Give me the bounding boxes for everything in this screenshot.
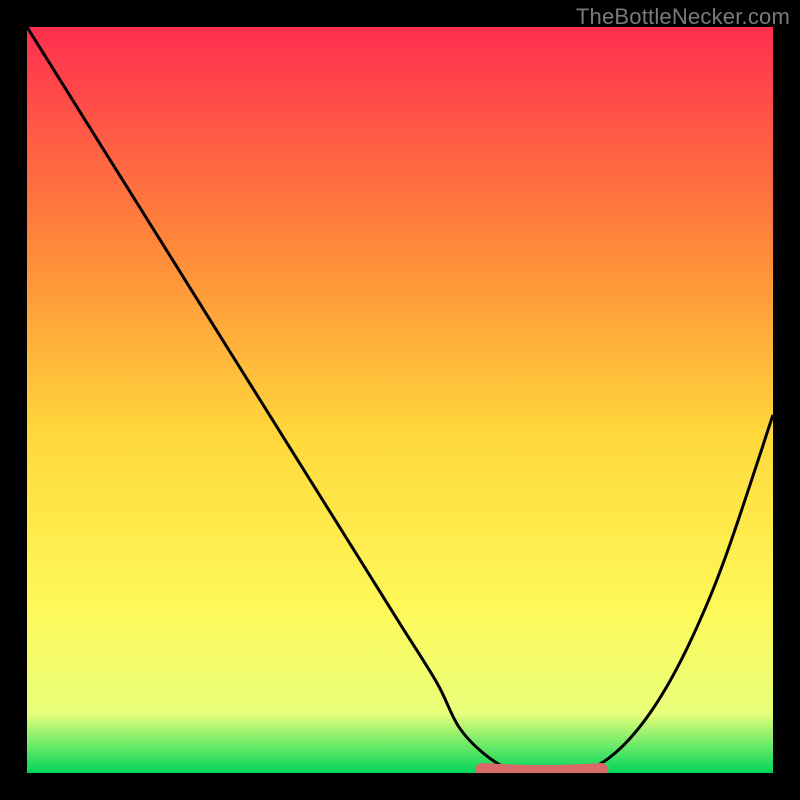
chart-plot-area <box>27 27 773 773</box>
gradient-background <box>27 27 773 773</box>
current-config-marker <box>482 770 601 772</box>
chart-svg <box>27 27 773 773</box>
chart-stage: TheBottleNecker.com <box>0 0 800 800</box>
watermark-text: TheBottleNecker.com <box>576 4 790 30</box>
